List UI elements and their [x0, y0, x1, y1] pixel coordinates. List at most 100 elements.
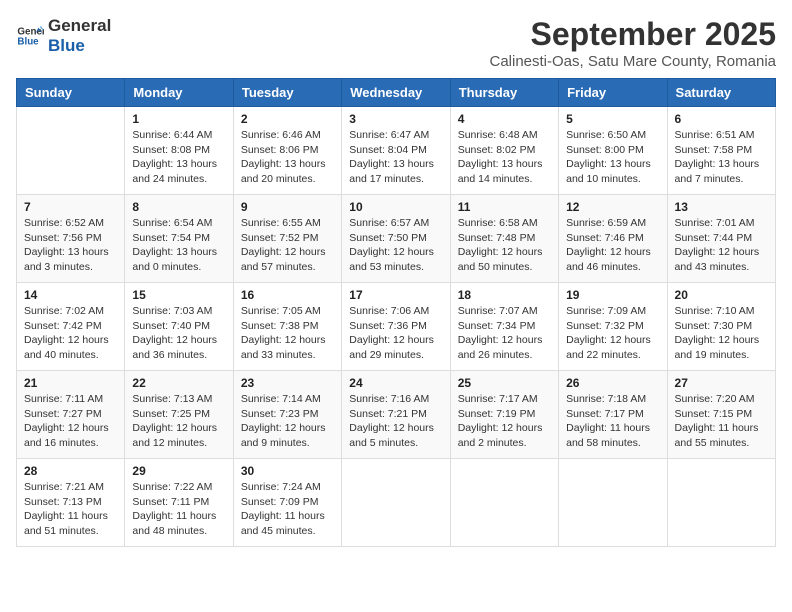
- day-detail: Sunrise: 7:17 AM Sunset: 7:19 PM Dayligh…: [458, 392, 551, 451]
- calendar-cell: 19Sunrise: 7:09 AM Sunset: 7:32 PM Dayli…: [559, 283, 667, 371]
- calendar-cell: 30Sunrise: 7:24 AM Sunset: 7:09 PM Dayli…: [233, 459, 341, 547]
- day-detail: Sunrise: 6:57 AM Sunset: 7:50 PM Dayligh…: [349, 216, 442, 275]
- day-number: 9: [241, 200, 334, 214]
- logo: General Blue General Blue: [16, 16, 111, 57]
- weekday-header-friday: Friday: [559, 79, 667, 107]
- day-number: 1: [132, 112, 225, 126]
- day-number: 10: [349, 200, 442, 214]
- week-row-4: 21 Sunrise: 7:11 AM Sunset: 7:27 PM Dayli…: [17, 371, 776, 459]
- logo-blue: Blue: [48, 36, 111, 56]
- calendar-cell: [17, 107, 125, 195]
- day-number: 30: [241, 464, 334, 478]
- day-detail: Sunrise: 6:55 AM Sunset: 7:52 PM Dayligh…: [241, 216, 334, 275]
- day-detail: Sunrise: 7:10 AM Sunset: 7:30 PM Dayligh…: [675, 304, 768, 363]
- day-number: 3: [349, 112, 442, 126]
- calendar-cell: 15Sunrise: 7:03 AM Sunset: 7:40 PM Dayli…: [125, 283, 233, 371]
- calendar-cell: 8 Sunrise: 6:54 AM Sunset: 7:54 PM Daylig…: [125, 195, 233, 283]
- calendar-cell: 2 Sunrise: 6:46 AM Sunset: 8:06 PM Daylig…: [233, 107, 341, 195]
- calendar-cell: 4 Sunrise: 6:48 AM Sunset: 8:02 PM Daylig…: [450, 107, 558, 195]
- calendar-cell: 21 Sunrise: 7:11 AM Sunset: 7:27 PM Dayli…: [17, 371, 125, 459]
- calendar-cell: 24 Sunrise: 7:16 AM Sunset: 7:21 PM Dayli…: [342, 371, 450, 459]
- weekday-header-monday: Monday: [125, 79, 233, 107]
- day-number: 6: [675, 112, 768, 126]
- weekday-header-sunday: Sunday: [17, 79, 125, 107]
- day-detail: Sunrise: 7:06 AM Sunset: 7:36 PM Dayligh…: [349, 304, 442, 363]
- day-number: 29: [132, 464, 225, 478]
- calendar-cell: 14 Sunrise: 7:02 AM Sunset: 7:42 PM Dayli…: [17, 283, 125, 371]
- day-number: 7: [24, 200, 117, 214]
- month-title: September 2025: [489, 16, 776, 53]
- title-section: September 2025 Calinesti-Oas, Satu Mare …: [489, 16, 776, 70]
- day-number: 17: [349, 288, 442, 302]
- calendar-cell: 25Sunrise: 7:17 AM Sunset: 7:19 PM Dayli…: [450, 371, 558, 459]
- day-detail: Sunrise: 7:01 AM Sunset: 7:44 PM Dayligh…: [675, 216, 768, 275]
- calendar-cell: 9 Sunrise: 6:55 AM Sunset: 7:52 PM Daylig…: [233, 195, 341, 283]
- day-detail: Sunrise: 7:18 AM Sunset: 7:17 PM Dayligh…: [566, 392, 659, 451]
- day-detail: Sunrise: 6:48 AM Sunset: 8:02 PM Dayligh…: [458, 128, 551, 187]
- day-detail: Sunrise: 6:44 AM Sunset: 8:08 PM Dayligh…: [132, 128, 225, 187]
- day-number: 8: [132, 200, 225, 214]
- day-number: 20: [675, 288, 768, 302]
- svg-text:Blue: Blue: [17, 37, 39, 48]
- calendar-cell: [450, 459, 558, 547]
- calendar-cell: 28Sunrise: 7:21 AM Sunset: 7:13 PM Dayli…: [17, 459, 125, 547]
- calendar-cell: 16 Sunrise: 7:05 AM Sunset: 7:38 PM Dayli…: [233, 283, 341, 371]
- day-detail: Sunrise: 6:54 AM Sunset: 7:54 PM Dayligh…: [132, 216, 225, 275]
- day-detail: Sunrise: 7:11 AM Sunset: 7:27 PM Dayligh…: [24, 392, 117, 451]
- day-detail: Sunrise: 6:47 AM Sunset: 8:04 PM Dayligh…: [349, 128, 442, 187]
- logo-icon: General Blue: [16, 22, 44, 50]
- day-detail: Sunrise: 7:09 AM Sunset: 7:32 PM Dayligh…: [566, 304, 659, 363]
- calendar-cell: 29 Sunrise: 7:22 AM Sunset: 7:11 PM Dayli…: [125, 459, 233, 547]
- week-row-1: 1 Sunrise: 6:44 AM Sunset: 8:08 PM Daylig…: [17, 107, 776, 195]
- day-detail: Sunrise: 6:51 AM Sunset: 7:58 PM Dayligh…: [675, 128, 768, 187]
- day-detail: Sunrise: 7:05 AM Sunset: 7:38 PM Dayligh…: [241, 304, 334, 363]
- calendar-cell: 1 Sunrise: 6:44 AM Sunset: 8:08 PM Daylig…: [125, 107, 233, 195]
- calendar-cell: 7 Sunrise: 6:52 AM Sunset: 7:56 PM Daylig…: [17, 195, 125, 283]
- day-detail: Sunrise: 7:20 AM Sunset: 7:15 PM Dayligh…: [675, 392, 768, 451]
- day-detail: Sunrise: 7:13 AM Sunset: 7:25 PM Dayligh…: [132, 392, 225, 451]
- day-detail: Sunrise: 7:21 AM Sunset: 7:13 PM Dayligh…: [24, 480, 117, 539]
- day-detail: Sunrise: 7:16 AM Sunset: 7:21 PM Dayligh…: [349, 392, 442, 451]
- day-number: 23: [241, 376, 334, 390]
- day-number: 18: [458, 288, 551, 302]
- weekday-header-saturday: Saturday: [667, 79, 775, 107]
- calendar-cell: [559, 459, 667, 547]
- day-detail: Sunrise: 6:52 AM Sunset: 7:56 PM Dayligh…: [24, 216, 117, 275]
- calendar-cell: 5 Sunrise: 6:50 AM Sunset: 8:00 PM Daylig…: [559, 107, 667, 195]
- calendar-cell: [342, 459, 450, 547]
- day-number: 21: [24, 376, 117, 390]
- day-detail: Sunrise: 7:14 AM Sunset: 7:23 PM Dayligh…: [241, 392, 334, 451]
- day-detail: Sunrise: 6:46 AM Sunset: 8:06 PM Dayligh…: [241, 128, 334, 187]
- day-number: 14: [24, 288, 117, 302]
- calendar-cell: 18 Sunrise: 7:07 AM Sunset: 7:34 PM Dayli…: [450, 283, 558, 371]
- calendar-cell: 27Sunrise: 7:20 AM Sunset: 7:15 PM Dayli…: [667, 371, 775, 459]
- page-header: General Blue General Blue September 2025…: [16, 16, 776, 70]
- day-number: 24: [349, 376, 442, 390]
- calendar-cell: 17 Sunrise: 7:06 AM Sunset: 7:36 PM Dayli…: [342, 283, 450, 371]
- day-detail: Sunrise: 7:02 AM Sunset: 7:42 PM Dayligh…: [24, 304, 117, 363]
- calendar-cell: 6 Sunrise: 6:51 AM Sunset: 7:58 PM Daylig…: [667, 107, 775, 195]
- weekday-header-thursday: Thursday: [450, 79, 558, 107]
- day-number: 16: [241, 288, 334, 302]
- location-title: Calinesti-Oas, Satu Mare County, Romania: [489, 53, 776, 70]
- day-number: 5: [566, 112, 659, 126]
- day-number: 11: [458, 200, 551, 214]
- calendar-cell: 10 Sunrise: 6:57 AM Sunset: 7:50 PM Dayli…: [342, 195, 450, 283]
- calendar-cell: 12 Sunrise: 6:59 AM Sunset: 7:46 PM Dayli…: [559, 195, 667, 283]
- calendar-cell: 23 Sunrise: 7:14 AM Sunset: 7:23 PM Dayli…: [233, 371, 341, 459]
- day-number: 13: [675, 200, 768, 214]
- day-detail: Sunrise: 6:59 AM Sunset: 7:46 PM Dayligh…: [566, 216, 659, 275]
- day-detail: Sunrise: 7:22 AM Sunset: 7:11 PM Dayligh…: [132, 480, 225, 539]
- day-number: 12: [566, 200, 659, 214]
- logo-general: General: [48, 16, 111, 36]
- calendar-cell: 11Sunrise: 6:58 AM Sunset: 7:48 PM Dayli…: [450, 195, 558, 283]
- weekday-header-tuesday: Tuesday: [233, 79, 341, 107]
- day-detail: Sunrise: 7:07 AM Sunset: 7:34 PM Dayligh…: [458, 304, 551, 363]
- calendar-cell: 3 Sunrise: 6:47 AM Sunset: 8:04 PM Daylig…: [342, 107, 450, 195]
- week-row-2: 7 Sunrise: 6:52 AM Sunset: 7:56 PM Daylig…: [17, 195, 776, 283]
- day-number: 2: [241, 112, 334, 126]
- day-number: 15: [132, 288, 225, 302]
- day-detail: Sunrise: 6:50 AM Sunset: 8:00 PM Dayligh…: [566, 128, 659, 187]
- calendar-cell: 20 Sunrise: 7:10 AM Sunset: 7:30 PM Dayli…: [667, 283, 775, 371]
- day-number: 4: [458, 112, 551, 126]
